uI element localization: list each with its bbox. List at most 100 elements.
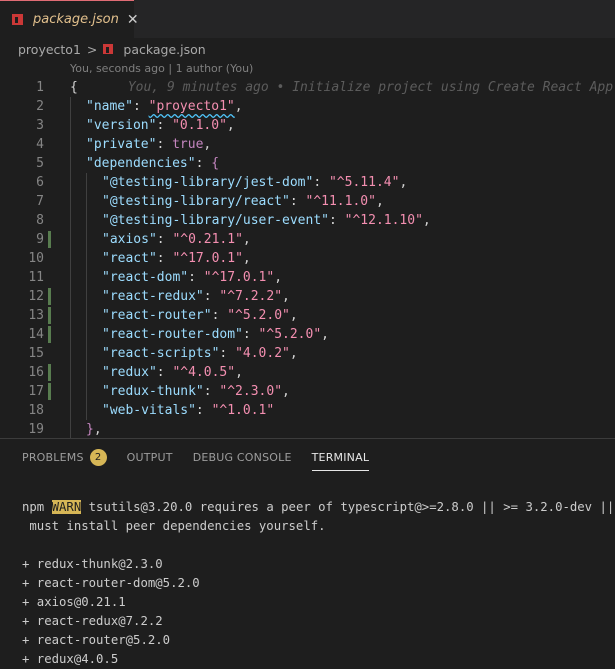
git-change-marker[interactable] xyxy=(48,288,51,305)
code-token: "@testing-library/jest-dom" xyxy=(102,175,314,190)
close-icon[interactable]: ✕ xyxy=(127,12,139,28)
code-line[interactable]: 18 "web-vitals": "^1.0.1" xyxy=(0,401,615,420)
code-line[interactable]: 1 {You, 9 minutes ago • Initialize projec… xyxy=(0,78,615,97)
code-token: "react-dom" xyxy=(102,270,189,285)
line-number: 1 xyxy=(36,80,44,95)
installed-package: + redux-thunk@2.3.0 xyxy=(22,557,163,571)
code-token: "^5.11.4" xyxy=(328,175,400,190)
code-line[interactable]: 3 "version": "0.1.0", xyxy=(0,116,615,135)
line-number: 11 xyxy=(28,270,44,285)
codelens-blame[interactable]: You, seconds ago | 1 author (You) xyxy=(70,62,253,75)
tab-terminal[interactable]: TERMINAL xyxy=(311,451,370,471)
punctuation: { xyxy=(70,80,78,95)
git-change-marker[interactable] xyxy=(48,307,51,324)
code-content: "dependencies": { xyxy=(86,154,219,173)
code-token: "^1.0.1" xyxy=(211,403,275,418)
code-line[interactable]: 15 "react-scripts": "4.0.2", xyxy=(0,344,615,363)
indent-guide xyxy=(86,173,87,420)
code-token: "@testing-library/react" xyxy=(102,194,290,209)
code-line[interactable]: 11 "react-dom": "^17.0.1", xyxy=(0,268,615,287)
code-token: "^0.21.1" xyxy=(172,232,243,247)
line-number: 6 xyxy=(36,175,44,190)
tab-problems[interactable]: PROBLEMS 2 xyxy=(22,449,107,472)
breadcrumb-folder[interactable]: proyecto1 xyxy=(18,42,81,57)
code-line[interactable]: 16 "redux": "^4.0.5", xyxy=(0,363,615,382)
npm-file-icon xyxy=(12,14,23,25)
code-content: "version": "0.1.0", xyxy=(86,116,235,135)
code-token: "^4.0.5" xyxy=(172,365,236,380)
punctuation: : xyxy=(188,270,204,285)
code-token: "dependencies" xyxy=(86,156,196,171)
terminal-warn-text: tsutils@3.20.0 requires a peer of typesc… xyxy=(81,500,615,514)
line-number: 15 xyxy=(28,346,44,361)
punctuation: : xyxy=(242,327,259,342)
editor-tab-bar: package.json ✕ xyxy=(0,0,615,38)
code-content: "react-scripts": "4.0.2", xyxy=(102,344,298,363)
punctuation: : xyxy=(156,365,173,380)
code-token: "0.1.0" xyxy=(172,118,227,133)
code-line[interactable]: 12 "react-redux": "^7.2.2", xyxy=(0,287,615,306)
code-line[interactable]: 19}, xyxy=(0,420,615,438)
breadcrumb-file[interactable]: package.json xyxy=(123,42,205,57)
line-number: 5 xyxy=(36,156,44,171)
terminal-output[interactable]: npm WARN tsutils@3.20.0 requires a peer … xyxy=(22,479,615,669)
code-line[interactable]: 14 "react-router-dom": "^5.2.0", xyxy=(0,325,615,344)
git-change-marker[interactable] xyxy=(48,231,51,248)
line-number: 17 xyxy=(28,384,44,399)
git-change-marker[interactable] xyxy=(48,383,51,400)
git-change-marker[interactable] xyxy=(48,364,51,381)
punctuation: , xyxy=(399,175,408,190)
code-line[interactable]: 7 "@testing-library/react": "^11.1.0", xyxy=(0,192,615,211)
punctuation: , xyxy=(203,137,212,152)
code-token: "4.0.2" xyxy=(235,346,290,361)
line-number: 8 xyxy=(36,213,44,228)
punctuation: , xyxy=(289,346,298,361)
line-number: 19 xyxy=(28,422,44,437)
code-line[interactable]: 10 "react": "^17.0.1", xyxy=(0,249,615,268)
line-number: 13 xyxy=(28,308,44,323)
git-change-marker[interactable] xyxy=(48,326,51,343)
line-number: 14 xyxy=(28,327,44,342)
punctuation: : xyxy=(328,213,345,228)
tab-output[interactable]: OUTPUT xyxy=(127,451,173,470)
punctuation: , xyxy=(235,365,243,380)
code-content: {You, 9 minutes ago • Initialize project… xyxy=(70,78,613,97)
code-content: }, xyxy=(86,420,102,438)
punctuation: : xyxy=(195,156,212,171)
code-line[interactable]: 6 "@testing-library/jest-dom": "^5.11.4", xyxy=(0,173,615,192)
warn-label: WARN xyxy=(51,500,82,514)
tab-debug-console[interactable]: DEBUG CONSOLE xyxy=(193,451,292,470)
punctuation: , xyxy=(226,118,235,133)
problems-count-badge: 2 xyxy=(89,449,107,466)
code-line[interactable]: 2 "name": "proyecto1", xyxy=(0,97,615,116)
code-token: "^5.2.0" xyxy=(227,308,290,323)
code-line[interactable]: 4 "private": true, xyxy=(0,135,615,154)
code-content: "redux": "^4.0.5", xyxy=(102,363,243,382)
code-token: "private" xyxy=(86,137,157,152)
line-number: 7 xyxy=(36,194,44,209)
line-number: 10 xyxy=(28,251,44,266)
code-token: "react-scripts" xyxy=(102,346,220,361)
code-line[interactable]: 17 "redux-thunk": "^2.3.0", xyxy=(0,382,615,401)
code-line[interactable]: 8 "@testing-library/user-event": "^12.1.1… xyxy=(0,211,615,230)
code-line[interactable]: 5 "dependencies": { xyxy=(0,154,615,173)
punctuation: , xyxy=(321,327,329,342)
line-number: 18 xyxy=(28,403,44,418)
code-content: "@testing-library/user-event": "^12.1.10… xyxy=(102,211,431,230)
code-content: "react-router": "^5.2.0", xyxy=(102,306,298,325)
code-token: "^2.3.0" xyxy=(219,384,283,399)
code-line[interactable]: 13 "react-router": "^5.2.0", xyxy=(0,306,615,325)
terminal-line: npm WARN tsutils@3.20.0 requires a peer … xyxy=(22,498,615,517)
punctuation: , xyxy=(282,384,290,399)
code-content: "axios": "^0.21.1", xyxy=(102,230,251,249)
code-token: "react" xyxy=(102,251,157,266)
code-token: "proyecto1" xyxy=(148,99,235,114)
code-token: "^7.2.2" xyxy=(219,289,283,304)
punctuation: : xyxy=(203,384,220,399)
tab-package-json[interactable]: package.json ✕ xyxy=(0,0,139,38)
code-content: "name": "proyecto1", xyxy=(86,97,243,116)
code-token: "@testing-library/user-event" xyxy=(102,213,329,228)
code-line[interactable]: 9 "axios": "^0.21.1", xyxy=(0,230,615,249)
punctuation: : xyxy=(219,346,236,361)
code-editor[interactable]: 1 {You, 9 minutes ago • Initialize projec… xyxy=(0,78,615,438)
